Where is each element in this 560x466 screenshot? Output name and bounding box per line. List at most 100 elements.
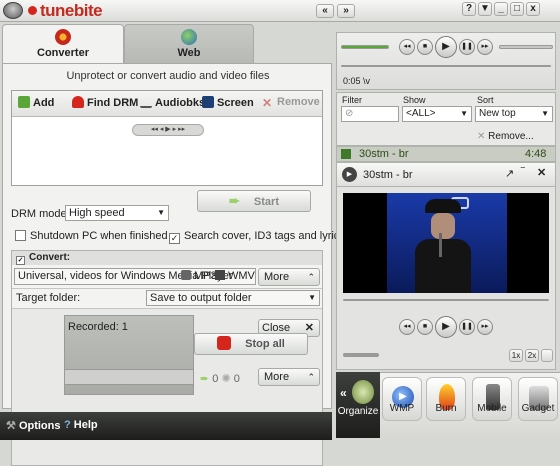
filter-panel: Filter Show Sort ⊘ <ALL> ▼ New top ▼ ✕ Rem… [336,92,556,146]
remove-x-icon: ✕ [262,96,273,110]
playlist-item[interactable]: 30stm - br 4:48 [336,146,556,162]
more-button[interactable]: More ⌃ [258,268,320,286]
organize-label: Organize [337,406,379,417]
pin-icon[interactable]: ↗ [505,167,514,180]
time-display: 0:05 \v [343,76,371,86]
shutdown-checkbox[interactable]: Shutdown PC when finished [15,230,168,242]
recorded-label: Recorded: 1 [68,321,128,333]
tab-bar: Converter Web [2,24,332,64]
stop-button-icon[interactable]: ■ [417,319,433,335]
video-format[interactable]: WMV ▾ [215,269,255,283]
speed-1x-button[interactable]: 1x [509,349,523,362]
expand-panel-button[interactable]: » [337,4,355,18]
minimize-icon[interactable]: ‾ [521,167,525,179]
collapse-icon: ⌃ [307,272,315,282]
sort-select[interactable]: New top ▼ [475,106,553,122]
help-button[interactable]: ? [462,2,476,16]
converter-subtitle: Unprotect or convert audio and video fil… [66,70,270,82]
bottom-bar: ⚒ Options ? Help [0,412,332,440]
drm-mode-select[interactable]: High speed ▼ [65,205,169,221]
search-cover-label: Search cover, ID3 tags and lyrics [184,230,345,242]
start-button[interactable]: ➨ Start [197,190,311,212]
balance-slider[interactable] [499,45,553,49]
remove-label: Remove [277,96,320,108]
rewind-icon[interactable]: ◂◂ [399,319,415,335]
monitor-icon [202,96,214,108]
more-label-2: More [264,371,290,383]
mobile-app[interactable] [472,377,512,421]
counter-done: 0 [212,373,219,385]
preview-controls[interactable]: ◂◂ ◂ ▶ ▸ ▸▸ [132,124,204,136]
video-seek-bar[interactable] [343,299,549,301]
app-menu-icon[interactable] [3,2,23,19]
app-logo-text: tunebite [40,1,103,20]
help-link[interactable]: ? Help [64,419,98,431]
add-button[interactable]: Add [18,96,54,109]
search-cover-checkbox[interactable]: ✓ Search cover, ID3 tags and lyrics [169,230,345,244]
audio-format-icon [181,270,191,280]
filter-input[interactable]: ⊘ [341,106,399,122]
file-toolbar: Add Find DRM Audiobks. Screen ✕ Remove [12,91,322,117]
gadget-app[interactable] [518,377,558,421]
remove-playlist-button[interactable]: ✕ Remove... [477,131,534,142]
seek-bar[interactable] [341,65,551,67]
file-list[interactable]: Add Find DRM Audiobks. Screen ✕ Remove ◂◂… [11,90,323,186]
stop-all-button[interactable]: Stop all [194,333,308,355]
play-icon[interactable]: ▶ [435,316,457,338]
target-folder-select[interactable]: Save to output folder ▼ [146,290,320,306]
app-bar: ▶ WMP Burn Mobile Gadget [380,372,560,438]
more-label: More [264,271,290,283]
audio-format-value: MP3 [194,270,217,282]
audiobooks-button[interactable]: Audiobks. [140,96,208,109]
screen-button[interactable]: Screen [202,96,254,109]
converter-gear-icon [55,29,71,45]
forward-icon[interactable]: ▸▸ [477,319,493,335]
fullscreen-button[interactable] [541,349,553,362]
remove-button[interactable]: ✕ Remove [262,96,320,110]
pause-icon[interactable]: ❚❚ [459,319,475,335]
skin-button[interactable]: ▼ [478,2,492,16]
close-icon[interactable]: ✕ [537,166,546,179]
pause-icon[interactable]: ❚❚ [459,39,475,55]
convert-header[interactable]: ✓ Convert: [12,251,322,265]
stop-button-icon[interactable]: ■ [417,39,433,55]
forward-icon[interactable]: ▸▸ [477,39,493,55]
video-frame[interactable] [343,193,549,293]
speed-2x-button[interactable]: 2x [525,349,539,362]
options-button[interactable]: ⚒ Options [6,419,61,432]
counter-fail: 0 [233,373,240,385]
burn-app[interactable] [426,377,466,421]
collapse-panel-button[interactable]: « [316,4,334,18]
start-label: Start [253,196,279,208]
video-window: ▶ 30stm - br ↗ ‾ ✕ ◂◂ ■ ▶ ❚❚ ▸▸ 1x 2x [336,162,556,370]
body-shape [415,239,471,293]
more-button-2[interactable]: More ⌃ [258,368,320,386]
stop-all-label: Stop all [245,338,285,350]
target-folder-label: Target folder: [16,292,81,304]
volume-slider[interactable] [341,45,389,49]
close-window-button[interactable]: x [526,2,540,16]
play-icon[interactable]: ▶ [435,36,457,58]
mobile-label: Mobile [477,403,507,414]
video-format-value: WMV [228,270,255,282]
tab-converter[interactable]: Converter [2,24,124,64]
show-select[interactable]: <ALL> ▼ [402,106,472,122]
maximize-button[interactable]: □ [510,2,524,16]
microphone-shape [439,233,442,257]
help-label: Help [73,419,98,431]
organize-button[interactable]: « Organize [336,372,380,438]
audio-format[interactable]: MP3 [181,269,217,283]
show-label: Show [403,95,426,105]
convert-header-label: Convert: [29,252,71,263]
chevron-down-icon: ▼ [308,293,316,302]
minimize-button[interactable]: _ [494,2,508,16]
profile-select[interactable]: Universal, videos for Windows Media Play… [14,268,256,285]
rewind-icon[interactable]: ◂◂ [399,39,415,55]
tab-web[interactable]: Web [124,24,254,64]
video-volume-slider[interactable] [343,353,379,357]
wmp-app[interactable]: ▶ [382,377,422,421]
find-drm-button[interactable]: Find DRM [72,96,138,109]
play-small-icon[interactable]: ▶ [342,167,357,182]
chevron-down-icon: ▼ [460,109,468,118]
target-folder-value: Save to output folder [150,292,252,304]
